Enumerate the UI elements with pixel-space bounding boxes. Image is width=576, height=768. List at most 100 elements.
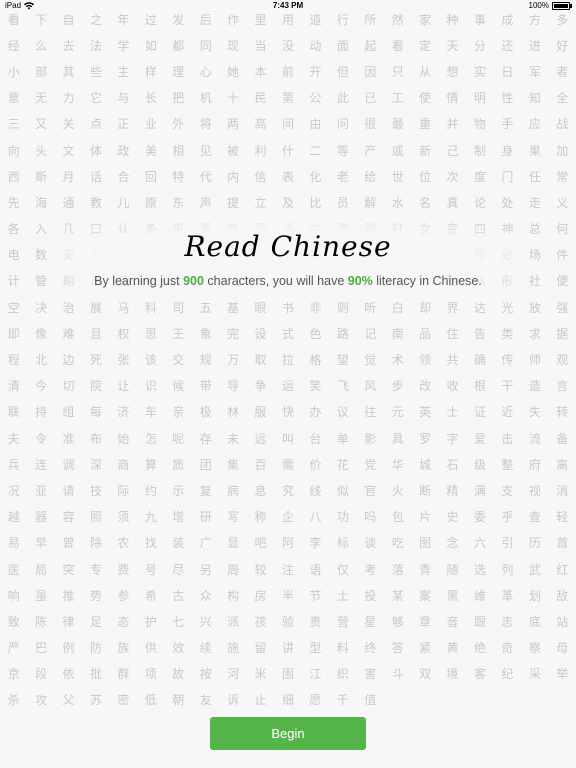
background-char: 制 — [473, 143, 486, 158]
background-char: 间 — [281, 117, 294, 132]
background-char: 满 — [473, 483, 486, 498]
background-char: 将 — [199, 117, 212, 132]
background-char: 根 — [473, 379, 486, 394]
background-char: 飞 — [336, 379, 349, 394]
background-char: 营 — [336, 614, 349, 629]
background-char: 击 — [501, 431, 514, 446]
background-char: 住 — [446, 326, 459, 341]
background-char: 步 — [391, 379, 404, 394]
background-char: 周 — [227, 562, 240, 577]
background-char: 元 — [391, 405, 404, 420]
background-char: 工 — [391, 91, 404, 106]
background-char: 消 — [556, 483, 569, 498]
background-char: 争 — [254, 379, 267, 394]
background-char: 持 — [35, 405, 48, 420]
background-char: 易 — [7, 536, 20, 551]
background-char: 察 — [528, 641, 541, 656]
background-char: 委 — [473, 510, 486, 525]
background-char: 流 — [528, 431, 541, 446]
background-char: 关 — [62, 117, 75, 132]
background-char: 又 — [35, 117, 48, 132]
background-char: 装 — [172, 536, 185, 551]
background-char: 底 — [528, 614, 541, 629]
background-char: 轻 — [556, 510, 569, 525]
background-char: 政 — [117, 143, 130, 158]
background-char: 兴 — [199, 614, 212, 629]
background-char: 义 — [556, 195, 569, 210]
background-char: 信 — [254, 169, 267, 184]
background-char: 集 — [227, 457, 240, 472]
background-char: 实 — [473, 64, 486, 79]
background-char: 响 — [7, 588, 20, 603]
background-char: 些 — [89, 64, 102, 79]
background-char: 六 — [473, 536, 486, 551]
background-char: 红 — [556, 562, 569, 577]
background-char: 调 — [62, 457, 75, 472]
background-char: 讲 — [281, 641, 294, 656]
background-char: 主 — [117, 64, 130, 79]
background-char: 查 — [528, 510, 541, 525]
background-char: 志 — [501, 614, 514, 629]
background-char: 战 — [556, 117, 569, 132]
background-char: 提 — [227, 195, 240, 210]
background-char: 陈 — [35, 614, 48, 629]
background-char: 士 — [446, 405, 459, 420]
background-char: 护 — [144, 614, 157, 629]
background-char: 从 — [419, 64, 432, 79]
background-char: 合 — [117, 169, 130, 184]
background-char: 致 — [7, 614, 20, 629]
background-char: 复 — [199, 483, 212, 498]
background-char: 字 — [446, 431, 459, 446]
background-char: 新 — [419, 143, 432, 158]
background-char: 前 — [281, 64, 294, 79]
background-char: 石 — [446, 457, 459, 472]
background-char: 费 — [117, 562, 130, 577]
background-char: 权 — [117, 326, 130, 341]
background-char: 专 — [89, 562, 102, 577]
background-char: 其 — [62, 64, 75, 79]
background-char: 令 — [35, 431, 48, 446]
background-char: 最 — [391, 117, 404, 132]
background-char: 很 — [364, 117, 377, 132]
background-char: 样 — [144, 64, 157, 79]
background-char: 原 — [144, 195, 157, 210]
background-char: 半 — [281, 588, 294, 603]
background-char: 质 — [172, 457, 185, 472]
background-char: 内 — [227, 169, 240, 184]
background-char: 特 — [172, 169, 185, 184]
background-char: 落 — [391, 562, 404, 577]
background-char: 采 — [528, 667, 541, 682]
background-char: 老 — [336, 169, 349, 184]
background-char: 但 — [336, 64, 349, 79]
background-char: 它 — [89, 91, 102, 106]
background-char: 己 — [446, 143, 459, 158]
background-char: 加 — [556, 143, 569, 158]
background-char: 还 — [501, 38, 514, 53]
background-char: 阿 — [281, 536, 294, 551]
background-char: 失 — [528, 405, 541, 420]
background-char: 如 — [144, 38, 157, 53]
background-char: 长 — [144, 91, 157, 106]
background-char: 推 — [62, 588, 75, 603]
background-character-grid: 看下自之年过发后作里用道行所然家种事成方多经么去法学如都同现当没动面起看定天分还… — [0, 6, 576, 713]
background-char: 据 — [556, 326, 569, 341]
background-char: 象 — [199, 326, 212, 341]
background-char: 息 — [254, 483, 267, 498]
background-char: 紧 — [419, 641, 432, 656]
background-char: 城 — [419, 457, 432, 472]
background-char: 教 — [89, 195, 102, 210]
background-char: 两 — [227, 117, 240, 132]
background-char: 纪 — [501, 667, 514, 682]
background-char: 力 — [62, 91, 75, 106]
background-char: 批 — [89, 667, 102, 682]
background-char: 站 — [556, 614, 569, 629]
begin-button[interactable]: Begin — [210, 717, 366, 750]
background-char: 或 — [391, 143, 404, 158]
background-char: 列 — [501, 562, 514, 577]
background-char: 程 — [7, 353, 20, 368]
background-char: 亚 — [35, 483, 48, 498]
background-char: 利 — [254, 143, 267, 158]
background-char: 吗 — [364, 510, 377, 525]
background-char: 京 — [7, 667, 20, 682]
background-char: 织 — [336, 667, 349, 682]
